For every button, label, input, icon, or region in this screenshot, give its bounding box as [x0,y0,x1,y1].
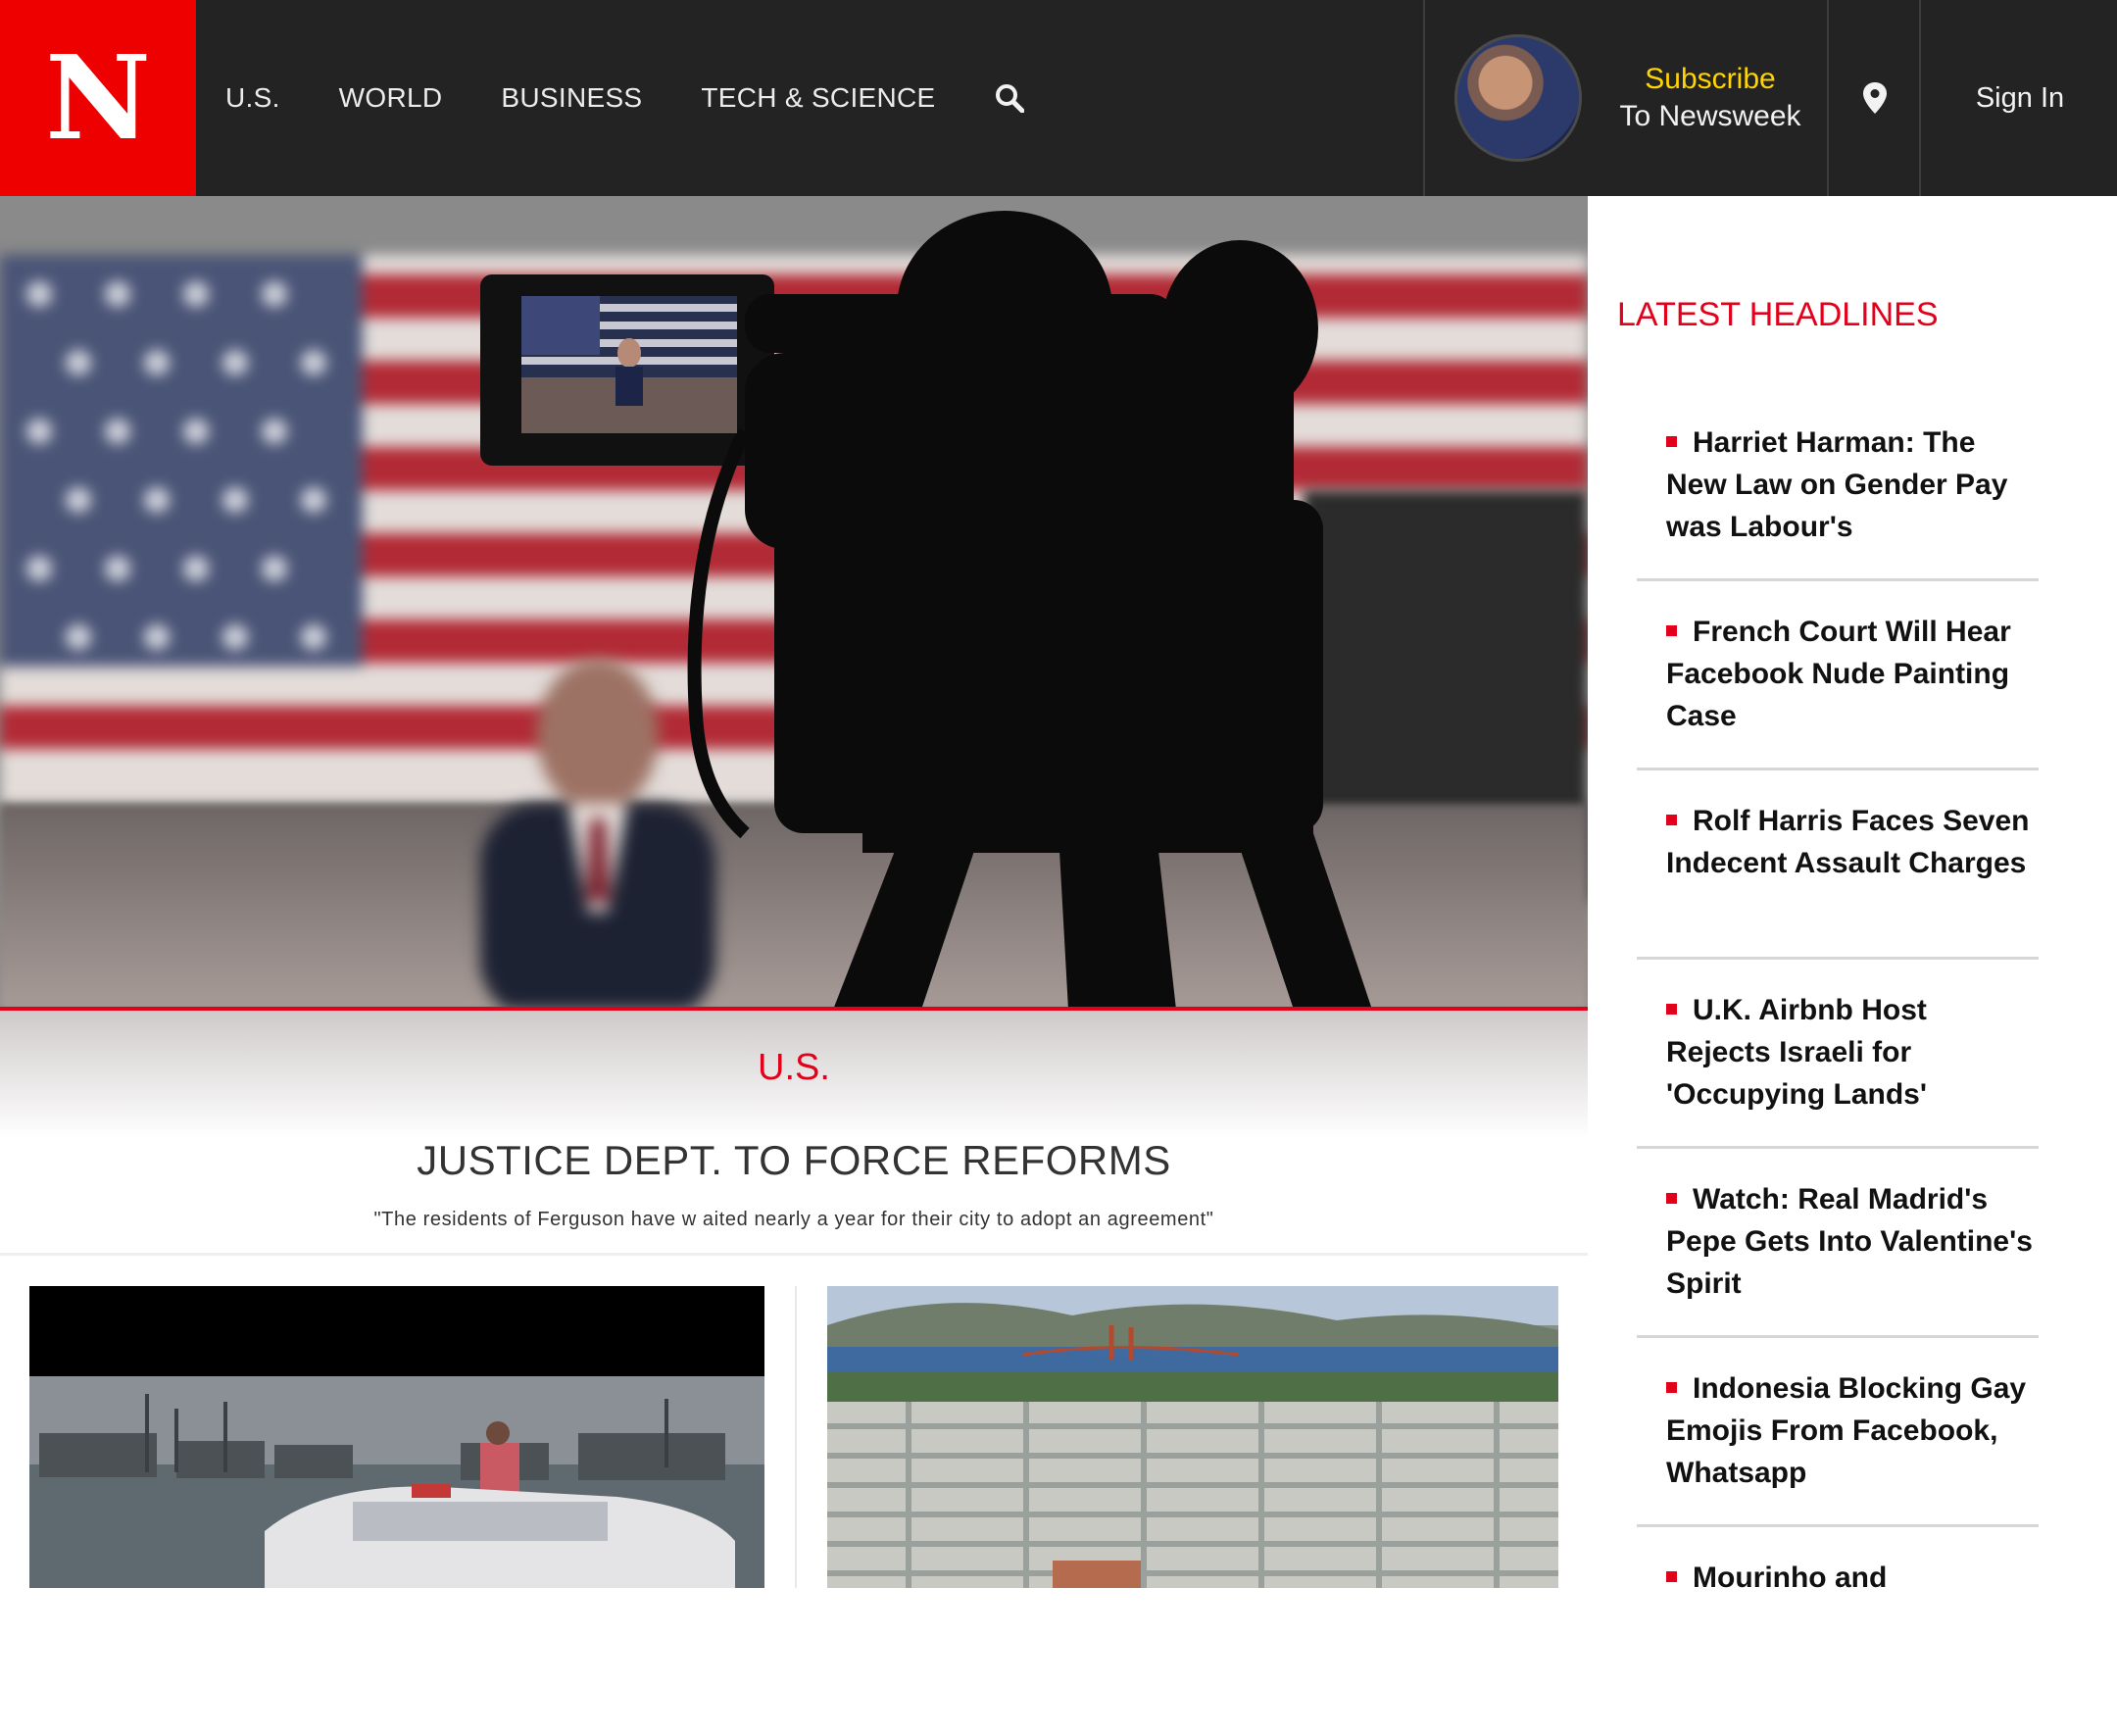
story-thumbnail-san-francisco[interactable] [827,1286,1558,1588]
headline-divider [1637,768,2039,770]
headline-divider [1637,957,2039,960]
location-button[interactable] [1831,0,1919,196]
header-divider [1423,0,1425,196]
bullet-marker [1666,814,1677,825]
headline-text: Indonesia Blocking Gay Emojis From Faceb… [1666,1372,2027,1489]
headline-text: Mourinho and [1693,1562,1888,1594]
column-separator [795,1286,797,1588]
headline-text: Harriet Harman: The New Law on Gender Pa… [1666,426,2008,543]
latest-headlines-list: Harriet Harman: The New Law on Gender Pa… [1637,412,2039,1736]
headline-divider [1637,1335,2039,1338]
hero-image[interactable] [0,196,1588,1010]
headline-link[interactable]: Rolf Harris Faces Seven Indecent Assault… [1666,800,2039,884]
headline-text: Watch: Real Madrid's Pepe Gets Into Vale… [1666,1183,2033,1300]
map-pin-icon [1863,82,1887,114]
header-divider [1919,0,1921,196]
headline-divider [1637,578,2039,581]
headline-link[interactable]: Watch: Real Madrid's Pepe Gets Into Vale… [1666,1178,2039,1305]
newsweek-logo[interactable]: N [0,0,196,196]
story-dek: "The residents of Ferguson have w aited … [373,1209,1214,1230]
header-divider [1827,0,1829,196]
top-navigation-bar: N U.S. WORLD BUSINESS TECH & SCIENCE Sub… [0,0,2117,196]
nav-business[interactable]: BUSINESS [501,82,642,114]
subscribe-sublabel: To Newsweek [1619,100,1801,132]
search-icon[interactable] [995,83,1024,113]
story-thumbnail-flood[interactable] [29,1286,764,1588]
sign-in-link[interactable]: Sign In [1923,0,2117,196]
headline-item: Indonesia Blocking Gay Emojis From Faceb… [1637,1358,2039,1547]
bullet-marker [1666,1381,1677,1393]
headline-text: French Court Will Hear Facebook Nude Pai… [1666,616,2011,732]
headline-link[interactable]: Mourinho and [1666,1557,2039,1599]
latest-headlines-title: LATEST HEADLINES [1617,296,1939,333]
nav-us[interactable]: U.S. [225,82,280,114]
flood-scene-image [29,1286,764,1588]
nav-tech-science[interactable]: TECH & SCIENCE [701,82,935,114]
headline-item: Harriet Harman: The New Law on Gender Pa… [1637,412,2039,601]
headline-item: U.K. Airbnb Host Rejects Israeli for 'Oc… [1637,979,2039,1168]
headline-link[interactable]: U.K. Airbnb Host Rejects Israeli for 'Oc… [1666,989,2039,1116]
headline-link[interactable]: French Court Will Hear Facebook Nude Pai… [1666,611,2039,737]
story-headline[interactable]: JUSTICE DEPT. TO FORCE REFORMS [0,1137,1588,1184]
bullet-marker [1666,1192,1677,1204]
headline-divider [1637,1146,2039,1149]
nav-world[interactable]: WORLD [339,82,443,114]
subscribe-button[interactable]: Subscribe To Newsweek [1427,0,1827,196]
bullet-marker [1666,624,1677,636]
main-nav: U.S. WORLD BUSINESS TECH & SCIENCE [225,0,1024,196]
headline-link[interactable]: Harriet Harman: The New Law on Gender Pa… [1666,422,2039,548]
headline-item: Mourinho and [1637,1547,2039,1736]
headline-divider [1637,1524,2039,1527]
headline-item: French Court Will Hear Facebook Nude Pai… [1637,601,2039,790]
bullet-marker [1666,1570,1677,1582]
subscribe-text: Subscribe To Newsweek [1594,63,1827,133]
bullet-marker [1666,1003,1677,1015]
bullet-marker [1666,435,1677,447]
subscribe-cover-avatar [1454,34,1582,162]
headline-item: Watch: Real Madrid's Pepe Gets Into Vale… [1637,1168,2039,1358]
subscribe-label: Subscribe [1645,63,1776,95]
headline-text: Rolf Harris Faces Seven Indecent Assault… [1666,805,2030,879]
headline-text: U.K. Airbnb Host Rejects Israeli for 'Oc… [1666,994,1927,1111]
caption-divider [0,1253,1588,1256]
city-aerial-image [827,1286,1558,1588]
hero-camera-silhouette [480,211,1372,1010]
headline-link[interactable]: Indonesia Blocking Gay Emojis From Faceb… [1666,1367,2039,1494]
headline-item: Rolf Harris Faces Seven Indecent Assault… [1637,790,2039,979]
story-category[interactable]: U.S. [0,1047,1588,1089]
